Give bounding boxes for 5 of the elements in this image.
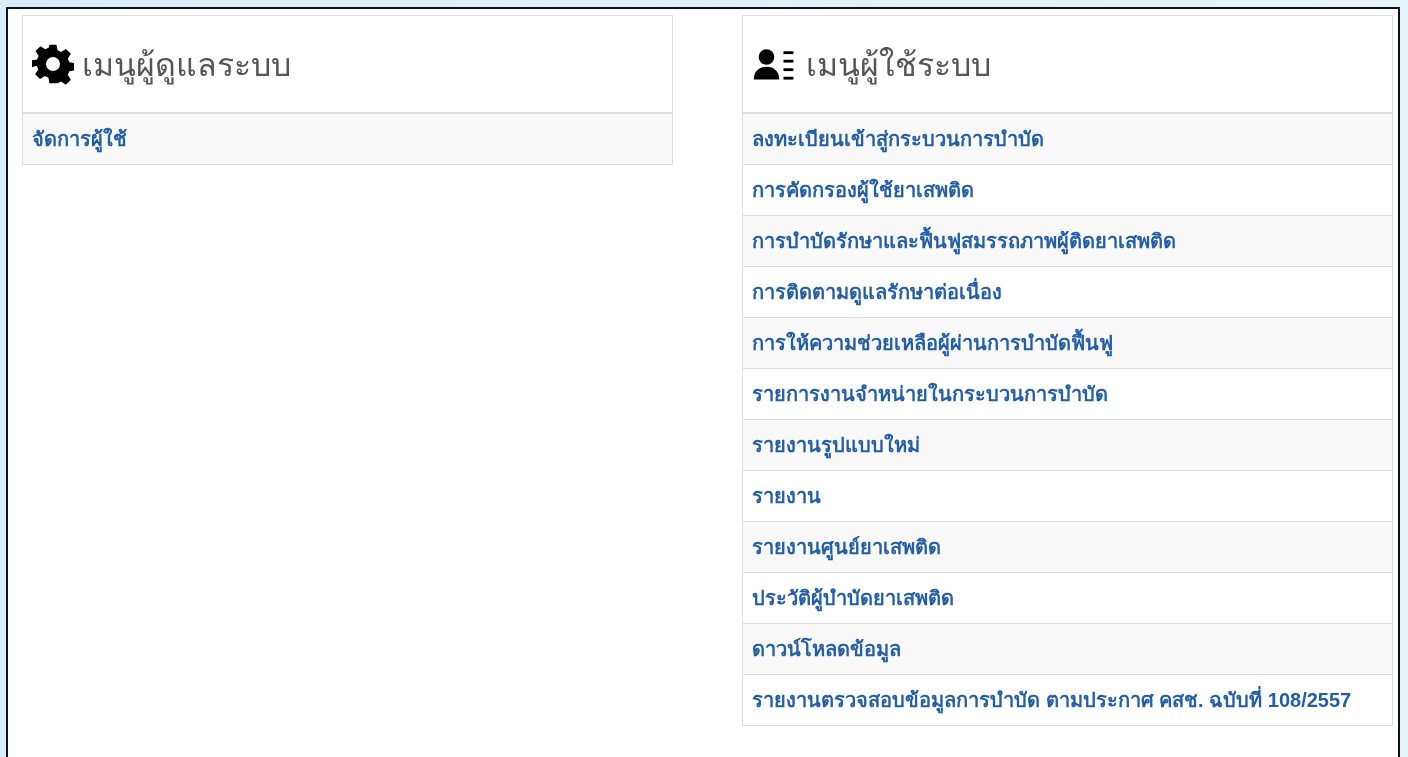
- panel-title: เมนูผู้ดูแลระบบ: [82, 45, 291, 87]
- menu-link[interactable]: รายการงานจำหน่ายในกระบวนการบำบัด: [752, 383, 1108, 405]
- menu-link[interactable]: รายงาน: [752, 485, 821, 507]
- gear-icon: [32, 43, 74, 85]
- panel-title: เมนูผู้ใช้ระบบ: [806, 45, 991, 87]
